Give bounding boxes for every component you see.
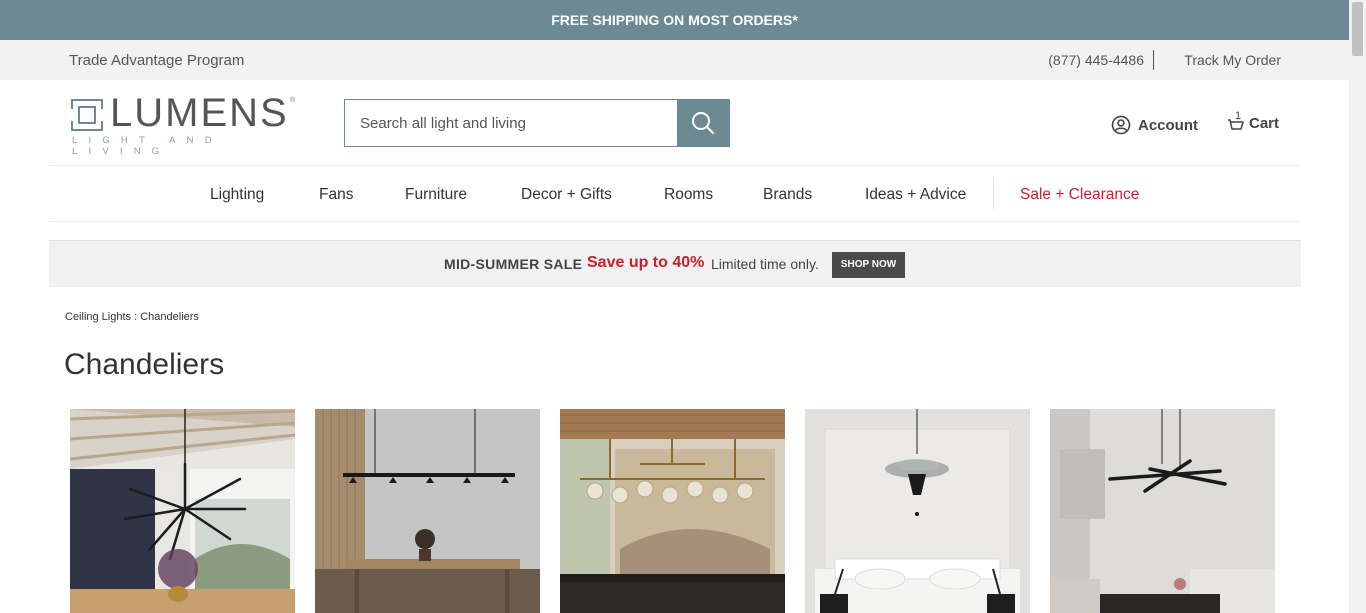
logo-mark-icon [71, 99, 103, 131]
utility-bar: Trade Advantage Program (877) 445-4486 T… [0, 40, 1349, 80]
account-label: Account [1138, 116, 1198, 134]
user-icon [1111, 115, 1131, 135]
breadcrumb-parent[interactable]: Ceiling Lights [65, 311, 131, 323]
shop-now-button[interactable]: SHOP NOW [832, 252, 905, 278]
breadcrumb-separator: : [134, 311, 138, 323]
nav-divider [993, 178, 994, 211]
product-image[interactable] [1050, 409, 1275, 613]
utility-divider [1153, 50, 1154, 70]
nav-item-sale-clearance[interactable]: Sale + Clearance [1020, 186, 1139, 204]
mid-summer-sale-banner[interactable]: MID-SUMMER SALE Save up to 40% Limited t… [49, 240, 1301, 287]
scrollbar-thumb[interactable] [1352, 2, 1363, 56]
product-image[interactable] [560, 409, 785, 613]
cart-icon: 1 [1227, 110, 1245, 133]
logo-tagline: LIGHT AND LIVING [72, 135, 223, 157]
search-button[interactable] [677, 99, 729, 147]
product-image[interactable] [70, 409, 295, 613]
logo-wordmark: LUMENS [110, 91, 289, 135]
search-input[interactable] [345, 100, 679, 146]
search-form [344, 99, 730, 147]
breadcrumb-current[interactable]: Chandeliers [140, 311, 199, 323]
sale-event-name: MID-SUMMER SALE [444, 256, 583, 272]
track-order-link[interactable]: Track My Order [1184, 52, 1281, 68]
free-shipping-banner[interactable]: FREE SHIPPING ON MOST ORDERS* [0, 0, 1349, 40]
nav-item-decor-gifts[interactable]: Decor + Gifts [521, 186, 612, 204]
cart-label: Cart [1249, 114, 1280, 132]
sale-note: Limited time only. [711, 256, 819, 272]
trade-program-link[interactable]: Trade Advantage Program [69, 52, 244, 69]
nav-item-furniture[interactable]: Furniture [405, 186, 467, 204]
product-image[interactable] [315, 409, 540, 613]
free-shipping-text: FREE SHIPPING ON MOST ORDERS* [551, 12, 798, 28]
product-image[interactable] [805, 409, 1030, 613]
nav-item-ideas-advice[interactable]: Ideas + Advice [865, 186, 966, 204]
cart-count: 1 [1235, 110, 1242, 122]
lumens-logo[interactable]: LUMENS ® LIGHT AND LIVING [71, 93, 297, 157]
sale-offer: Save up to 40% [587, 254, 705, 271]
nav-item-rooms[interactable]: Rooms [664, 186, 713, 204]
nav-item-fans[interactable]: Fans [319, 186, 353, 204]
logo-trademark: ® [290, 97, 296, 104]
nav-item-lighting[interactable]: Lighting [210, 186, 264, 204]
main-navigation: Lighting Fans Furniture Decor + Gifts Ro… [49, 165, 1301, 222]
breadcrumb: Ceiling Lights : Chandeliers [65, 311, 199, 323]
page-title: Chandeliers [64, 348, 225, 381]
search-icon [692, 112, 715, 135]
page-scrollbar[interactable] [1349, 0, 1366, 613]
phone-link[interactable]: (877) 445-4486 [1048, 52, 1144, 68]
nav-item-brands[interactable]: Brands [763, 186, 812, 204]
account-link[interactable]: Account [1111, 115, 1198, 135]
cart-link[interactable]: 1 Cart [1227, 110, 1280, 133]
